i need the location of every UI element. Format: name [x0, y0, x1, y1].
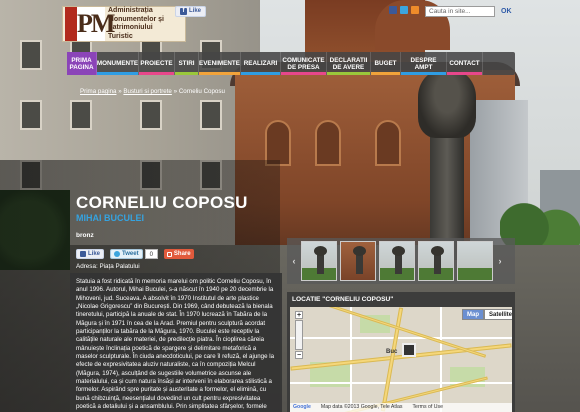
gallery-thumbnail[interactable] — [379, 241, 415, 281]
nav-color-bar — [327, 72, 370, 75]
zoom-in-button[interactable]: + — [295, 311, 303, 319]
author-name[interactable]: MIHAI BUCULEI — [76, 213, 144, 224]
nav-color-bar — [401, 72, 446, 75]
facebook-like-button[interactable]: f Like — [175, 6, 207, 17]
main-navigation: PRIMA PAGINA MONUMENTE PROIECTE STIRI EVENIM… — [67, 52, 515, 75]
gallery-thumbnail[interactable] — [418, 241, 454, 281]
statue-bust — [418, 70, 476, 138]
location-marker-icon[interactable] — [402, 343, 416, 357]
address-text: Adresa: Piața Palatului — [76, 263, 140, 270]
search-ok-button[interactable]: OK — [501, 6, 512, 17]
facebook-icon: f — [180, 8, 187, 15]
location-box: LOCATIE "CORNELIU COPOSU" + − Map Satell… — [287, 292, 515, 412]
nav-color-bar — [199, 72, 240, 75]
nav-item-buget[interactable]: BUGET — [371, 52, 401, 75]
google-map[interactable]: + − Map Satellite Buc Google Map data ©2… — [290, 307, 512, 412]
nav-item-contact[interactable]: CONTACT — [447, 52, 483, 75]
nav-item-stiri[interactable]: STIRI — [175, 52, 199, 75]
facebook-like-button[interactable]: Like — [76, 249, 105, 259]
nav-color-bar — [281, 72, 326, 75]
breadcrumb-section[interactable]: Busturi si portrete — [123, 88, 172, 95]
nav-color-bar — [97, 72, 138, 75]
map-terms-link[interactable]: Terms of Use — [412, 403, 443, 412]
zoom-out-button[interactable]: − — [295, 351, 303, 359]
map-type-toggle: Map Satellite — [462, 309, 512, 320]
nav-item-declaratii-de-avere[interactable]: DECLARATII DE AVERE — [327, 52, 371, 75]
map-footer: Google Map data ©2013 Google, Tele Atlas… — [290, 403, 512, 412]
gallery-thumbnail[interactable] — [301, 241, 337, 281]
gallery-thumbnail[interactable] — [340, 241, 376, 281]
photo-gallery: ‹ › — [287, 238, 515, 284]
satellite-view-button[interactable]: Satellite — [484, 309, 512, 320]
gallery-thumbnail[interactable] — [457, 241, 493, 281]
nav-item-despre-ampt[interactable]: DESPRE AMPT — [401, 52, 447, 75]
share-buttons: Like Tweet 0 Share — [76, 249, 194, 261]
facebook-icon — [80, 251, 86, 257]
search-input[interactable]: Cauta in site... — [425, 6, 495, 17]
map-city-label: Buc — [386, 349, 398, 355]
gallery-prev-arrow[interactable]: ‹ — [290, 241, 298, 281]
gallery-next-arrow[interactable]: › — [496, 241, 504, 281]
map-view-button[interactable]: Map — [462, 309, 484, 320]
nav-item-realizari[interactable]: REALIZARI — [241, 52, 281, 75]
breadcrumb-current: Corneliu Coposu — [178, 88, 225, 95]
nav-item-proiecte[interactable]: PROIECTE — [139, 52, 175, 75]
nav-color-bar — [175, 72, 198, 75]
google-logo[interactable]: Google — [293, 403, 311, 412]
logo-mark: PM — [65, 7, 115, 41]
location-title: LOCATIE "CORNELIU COPOSU" — [292, 296, 394, 303]
nav-item-monumente[interactable]: MONUMENTE — [97, 52, 139, 75]
nav-color-bar — [447, 72, 482, 75]
material-label: bronz — [76, 232, 94, 239]
site-logo[interactable]: PM Administrația Monumentelor și Patrimo… — [62, 6, 186, 42]
tweet-button[interactable]: Tweet — [110, 249, 143, 259]
breadcrumb-home[interactable]: Prima pagina — [80, 88, 116, 95]
map-zoom-controls: + − — [295, 311, 303, 359]
share-button[interactable]: Share — [163, 249, 194, 259]
nav-color-bar — [67, 72, 96, 75]
facebook-icon[interactable] — [389, 6, 397, 14]
twitter-icon — [114, 251, 121, 257]
social-icons — [389, 6, 419, 14]
tweet-count: 0 — [144, 249, 158, 259]
twitter-icon[interactable] — [400, 6, 408, 14]
nav-color-bar — [241, 72, 280, 75]
nav-item-prima-pagina[interactable]: PRIMA PAGINA — [67, 52, 97, 75]
zoom-slider[interactable] — [295, 320, 303, 350]
description-panel: Statuia a fost ridicată în memoria marel… — [70, 273, 282, 412]
nav-color-bar — [139, 72, 174, 75]
description-text: Statuia a fost ridicată în memoria marel… — [76, 278, 274, 412]
breadcrumb: Prima pagina » Busturi si portrete » Cor… — [80, 88, 225, 95]
nav-item-comunicate-de-presa[interactable]: COMUNICATE DE PRESA — [281, 52, 327, 75]
nav-item-evenimente[interactable]: EVENIMENTE — [199, 52, 241, 75]
map-attribution: Map data ©2013 Google, Tele Atlas — [320, 404, 403, 410]
page-title: CORNELIU COPOSU — [76, 193, 248, 212]
logo-text: Administrația Monumentelor și Patrimoniu… — [108, 7, 165, 40]
nav-color-bar — [371, 72, 400, 75]
share-icon — [166, 251, 172, 257]
rss-icon[interactable] — [411, 6, 419, 14]
